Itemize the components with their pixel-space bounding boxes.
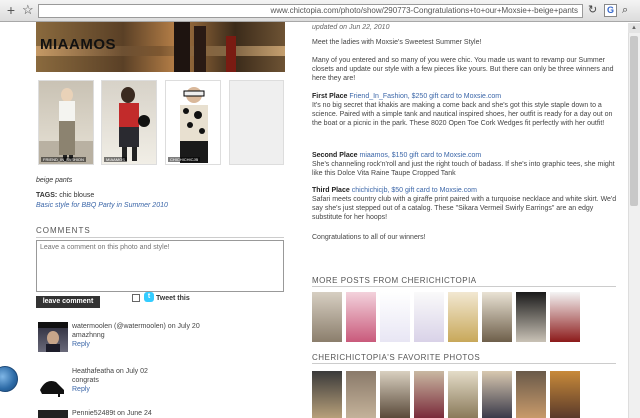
more-posts-heading: MORE POSTS FROM CHERICHICTOPIA xyxy=(312,276,477,285)
add-tab-icon[interactable]: + xyxy=(4,3,18,17)
third-place-winner-link[interactable]: chichichicjb, $50 gift card to Moxsie.co… xyxy=(352,187,477,194)
closing-text: Congratulations to all of our winners! xyxy=(312,234,426,241)
third-place-text: Safari meets country club with a giraffe… xyxy=(312,196,617,221)
post-thumbnail[interactable] xyxy=(380,292,410,342)
google-search-icon[interactable]: G xyxy=(604,4,617,17)
post-thumbnail[interactable] xyxy=(516,292,546,342)
favorite-photo-thumbnail[interactable] xyxy=(482,371,512,418)
address-bar[interactable]: www.chictopia.com/photo/show/290773-Cong… xyxy=(38,4,583,18)
comment-input[interactable] xyxy=(36,240,284,292)
twitter-icon: t xyxy=(144,292,154,302)
scrollbar-thumb[interactable] xyxy=(630,36,638,206)
second-place-text: She's channeling rock'n'roll and just th… xyxy=(312,161,615,177)
article-intro: Meet the ladies with Moxsie's Sweetest S… xyxy=(312,39,482,46)
divider xyxy=(312,363,616,364)
tweet-label: Tweet this xyxy=(156,295,190,302)
favorite-photos-heading: CHERICHICTOPIA'S FAVORITE PHOTOS xyxy=(312,353,481,362)
post-thumbnail[interactable] xyxy=(550,292,580,342)
scroll-up-arrow-icon[interactable]: ▲ xyxy=(628,23,640,33)
banner-username: MIAAMOS xyxy=(40,36,116,53)
search-icon[interactable]: ⌕ xyxy=(622,4,628,17)
comment-body: amazhnng xyxy=(72,332,105,339)
avatar-image-heels xyxy=(40,381,64,397)
profile-banner[interactable]: MIAAMOS xyxy=(36,22,285,72)
first-place-block: First Place Friend_In_Fashion, $250 gift… xyxy=(312,92,617,128)
winner-photo-thumbnail[interactable]: CHICHICHICJB xyxy=(165,80,221,165)
comment-body: congrats xyxy=(72,377,99,384)
photo-person-giraffe-print xyxy=(166,81,220,164)
reply-link[interactable]: Reply xyxy=(72,385,148,394)
comment-item: watermoolen (@watermoolen) on July 20 am… xyxy=(72,322,200,349)
tweet-checkbox[interactable] xyxy=(132,294,140,302)
updated-date: updated on Jun 22, 2010 xyxy=(312,24,390,31)
comment-item: Pennie52489t on June 24 xyxy=(72,409,152,418)
favorite-photo-thumbnail[interactable] xyxy=(312,371,342,418)
winner-photo-thumbnail[interactable]: FRIEND_IN_FASHION xyxy=(38,80,94,165)
second-place-heading: Second Place xyxy=(312,152,358,159)
comment-author[interactable]: Pennie52489t on June 24 xyxy=(72,409,152,418)
globe-icon xyxy=(0,366,18,392)
post-thumbnail[interactable] xyxy=(346,292,376,342)
reload-icon[interactable]: ↻ xyxy=(588,4,597,17)
first-place-text: It's no big secret that khakis are makin… xyxy=(312,102,613,127)
favorite-photo-thumbnail[interactable] xyxy=(550,371,580,418)
favorite-photo-thumbnail[interactable] xyxy=(448,371,478,418)
reply-link[interactable]: Reply xyxy=(72,340,200,349)
article-body: Many of you entered and so many of you w… xyxy=(312,57,614,82)
favorite-photo-thumbnail[interactable] xyxy=(346,371,376,418)
post-thumbnail[interactable] xyxy=(448,292,478,342)
thumbnail-caption: FRIEND_IN_FASHION xyxy=(41,157,86,162)
photo-person-khakis xyxy=(39,88,93,164)
tag-link[interactable]: chic blouse xyxy=(59,192,94,199)
banner-figure xyxy=(194,26,206,72)
divider xyxy=(36,237,284,238)
leave-comment-button[interactable]: leave comment xyxy=(36,296,100,308)
tags-line: TAGS: chic blouse xyxy=(36,192,94,199)
first-place-winner-link[interactable]: Friend_In_Fashion, $250 gift card to Mox… xyxy=(349,93,501,100)
comments-heading: COMMENTS xyxy=(36,226,91,235)
photo-description[interactable]: Basic style for BBQ Party in Summer 2010 xyxy=(36,202,168,209)
avatar-image xyxy=(38,322,68,352)
banner-figure xyxy=(226,36,236,72)
post-thumbnail[interactable] xyxy=(482,292,512,342)
avatar[interactable] xyxy=(38,322,68,352)
favorite-photo-thumbnail[interactable] xyxy=(414,371,444,418)
favorite-photo-thumbnail[interactable] xyxy=(516,371,546,418)
thumbnail-caption: MIAAMOS xyxy=(104,157,127,162)
browser-toolbar: + ☆ www.chictopia.com/photo/show/290773-… xyxy=(0,0,640,22)
third-place-heading: Third Place xyxy=(312,187,350,194)
comment-author[interactable]: Heathafeatha on July 02 xyxy=(72,367,148,376)
comment-item: Heathafeatha on July 02 congrats Reply xyxy=(72,367,148,394)
first-place-heading: First Place xyxy=(312,93,348,100)
empty-thumbnail-slot xyxy=(229,80,284,165)
comment-author[interactable]: watermoolen (@watermoolen) on July 20 xyxy=(72,322,200,331)
second-place-block: Second Place miaamos, $150 gift card to … xyxy=(312,151,617,178)
banner-figure xyxy=(174,22,190,72)
thumbnail-caption: CHICHICHICJB xyxy=(168,157,201,162)
favorite-photo-thumbnail[interactable] xyxy=(380,371,410,418)
divider xyxy=(312,286,616,287)
post-thumbnail[interactable] xyxy=(312,292,342,342)
tags-label: TAGS: xyxy=(36,192,58,199)
item-name: beige pants xyxy=(36,177,73,184)
avatar[interactable] xyxy=(38,368,68,398)
second-place-winner-link[interactable]: miaamos, $150 gift card to Moxsie.com xyxy=(359,152,481,159)
winner-photo-thumbnail[interactable]: MIAAMOS xyxy=(101,80,157,165)
avatar[interactable] xyxy=(38,410,68,418)
post-thumbnail[interactable] xyxy=(414,292,444,342)
bookmark-star-icon[interactable]: ☆ xyxy=(22,3,34,17)
third-place-block: Third Place chichichicjb, $50 gift card … xyxy=(312,186,617,222)
photo-person-graphic-tee xyxy=(119,87,150,161)
